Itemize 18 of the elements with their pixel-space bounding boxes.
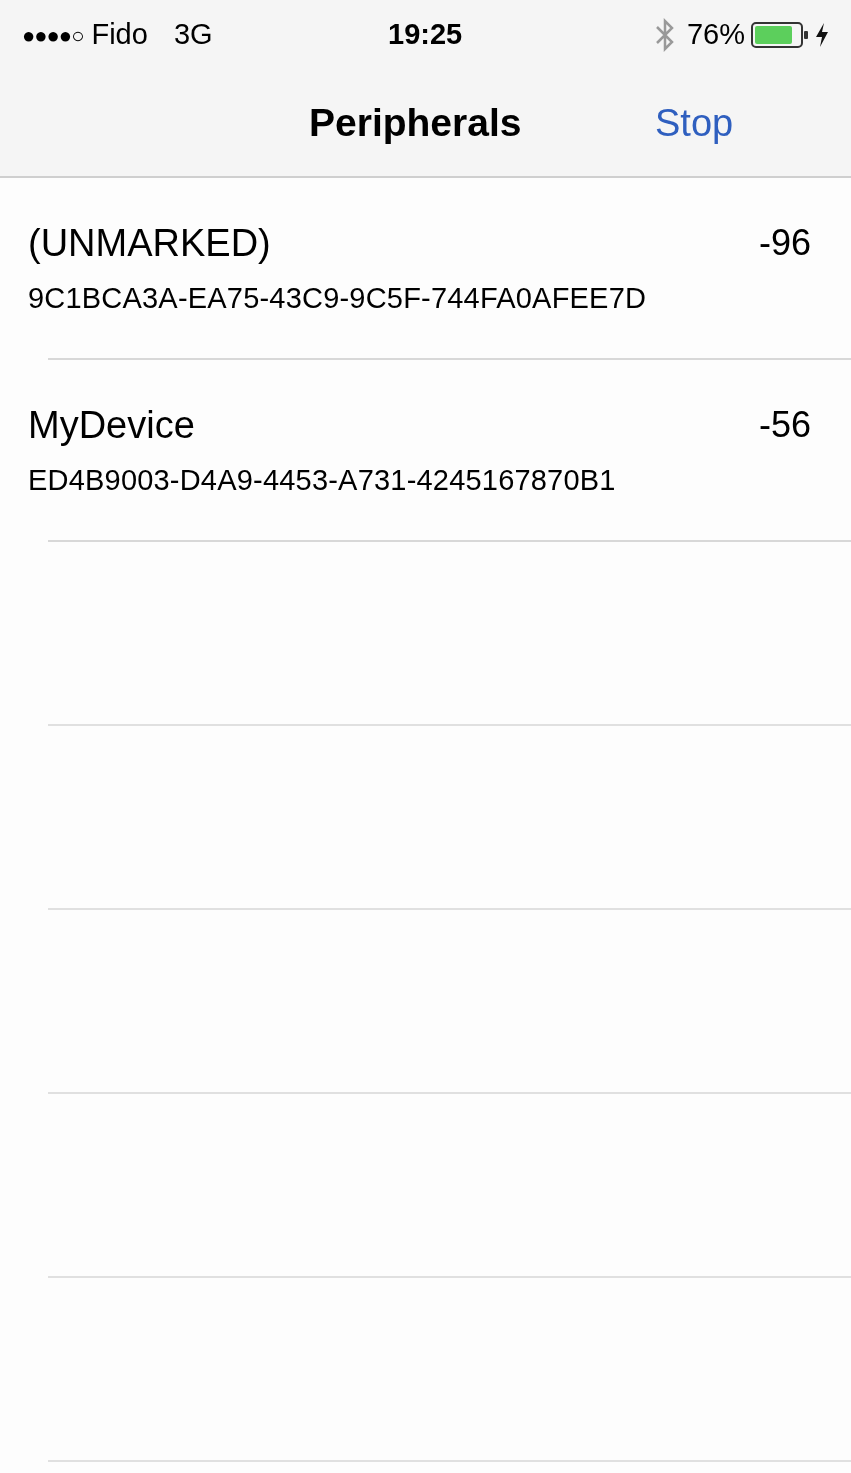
battery-percentage: 76%: [686, 17, 745, 53]
bluetooth-icon: [654, 18, 675, 52]
carrier-name: Fido: [91, 17, 148, 53]
peripheral-uuid: 9C1BCA3A-EA75-43C9-9C5F-744FA0AFEE7D: [28, 283, 648, 313]
peripheral-name: MyDevice: [28, 405, 195, 444]
stop-button[interactable]: Stop: [655, 94, 734, 152]
peripheral-name: (UNMARKED): [28, 223, 271, 262]
battery-icon: [751, 22, 809, 48]
peripheral-uuid: ED4B9003-D4A9-4453-A731-4245167870B1: [28, 465, 617, 495]
charging-bolt-icon: [815, 23, 829, 47]
signal-strength: ●●●●○: [22, 21, 84, 50]
signal-rssi: -96: [758, 224, 811, 261]
network-type: 3G: [173, 17, 213, 53]
peripheral-row[interactable]: (UNMARKED) -96 9C1BCA3A-EA75-43C9-9C5F-744FA0AFEE7D: [0, 176, 851, 360]
signal-rssi: -56: [758, 406, 811, 443]
peripheral-row[interactable]: MyDevice -56 ED4B9003-D4A9-4453-A731-4245167870B1: [0, 358, 851, 542]
screen-title: Peripherals: [309, 99, 522, 146]
clock-time: 19:25: [388, 17, 463, 53]
